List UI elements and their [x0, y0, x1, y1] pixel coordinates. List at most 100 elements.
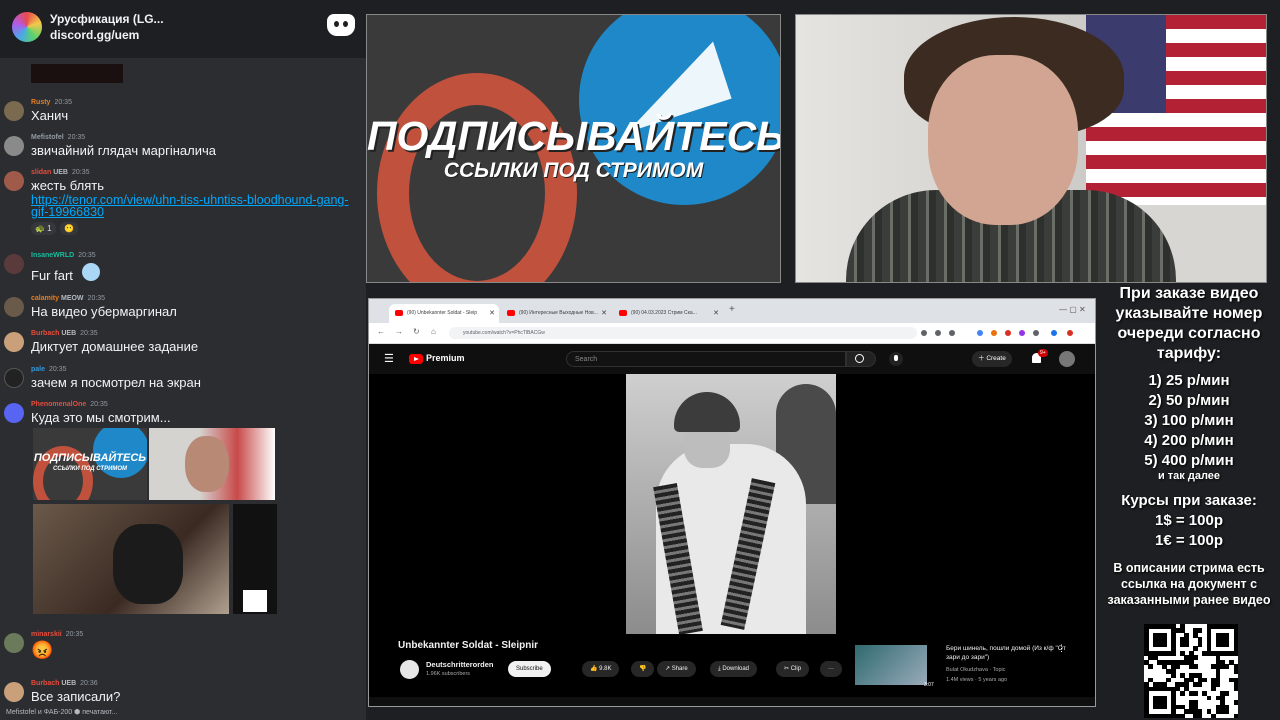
qr-module — [1184, 641, 1190, 647]
subscriber-count: 1.96K subscribers — [426, 671, 471, 677]
discord-logo-icon — [327, 14, 355, 36]
message-text: звичайний глядач маргіналича — [31, 143, 216, 158]
attachment-panel-preview — [233, 504, 277, 614]
username: calamity — [31, 295, 60, 302]
username: InsaneWRLD — [31, 252, 75, 259]
extension-icon[interactable] — [977, 330, 983, 336]
username: Rusty — [31, 99, 51, 106]
server-invite: discord.gg/uem — [50, 28, 140, 42]
extension-icon[interactable] — [921, 330, 927, 336]
window-controls[interactable]: — ▢ ✕ — [1059, 305, 1086, 314]
tariff-2: 2) 50 р/мин — [1148, 392, 1230, 409]
avatar — [4, 136, 24, 156]
recommended-duration: 3:07 — [924, 682, 934, 688]
qr-module — [1193, 664, 1198, 670]
youtube-logo-icon[interactable] — [409, 354, 423, 364]
qr-module — [1224, 664, 1230, 670]
youtube-header: ☰ Premium Search ＋ Create 9+ — [369, 344, 1095, 374]
subscribe-button[interactable]: Subscribe — [508, 661, 551, 677]
new-tab-button[interactable]: + — [729, 304, 735, 315]
timestamp: 20:35 — [65, 631, 84, 638]
download-button[interactable]: ⤓ Download — [710, 661, 758, 677]
extension-icon[interactable] — [1005, 330, 1011, 336]
thumbs-down-icon: 👎 — [639, 666, 647, 672]
search-input[interactable]: Search — [566, 351, 846, 367]
channel-avatar[interactable] — [400, 660, 419, 679]
youtube-favicon-icon — [507, 310, 515, 316]
tariff-4: 4) 200 р/мин — [1144, 432, 1234, 449]
forward-icon[interactable]: → — [395, 327, 403, 336]
qr-module — [1170, 650, 1176, 656]
microphone-icon[interactable] — [889, 352, 903, 366]
profile-icon[interactable] — [1067, 330, 1073, 336]
discord-chat-overlay: Урусфикация (LG... discord.gg/uem Rusty 2… — [0, 0, 366, 720]
avatar — [4, 403, 24, 423]
share-button[interactable]: ↗ Share — [657, 661, 696, 677]
timestamp: 20:35 — [80, 330, 98, 337]
home-icon[interactable]: ⌂ — [431, 327, 436, 336]
avatar — [4, 101, 24, 121]
message-attachment-image[interactable]: ПОДПИСЫВАЙТЕСЬ ССЫЛКИ ПОД СТРИМОМ — [33, 428, 277, 616]
timestamp: 20:35 — [90, 401, 108, 408]
streamer-face — [928, 55, 1078, 225]
account-avatar[interactable] — [1059, 351, 1075, 367]
banner-title: ПОДПИСЫВАЙТЕСЬ — [367, 113, 781, 159]
qr-module — [1215, 682, 1221, 687]
more-options-icon[interactable]: ⋮ — [1057, 643, 1066, 654]
more-actions-button[interactable]: ··· — [820, 661, 842, 677]
avatar — [4, 171, 24, 191]
search-icon — [855, 354, 864, 363]
zoom-icon[interactable] — [935, 330, 941, 336]
youtube-favicon-icon — [619, 310, 627, 316]
message-text: Все записали? — [31, 689, 121, 704]
scissors-icon: ✂ — [784, 666, 791, 672]
like-button[interactable]: 👍 9.8K — [582, 661, 620, 677]
profile-icon[interactable] — [1051, 330, 1057, 336]
qr-module — [1211, 686, 1216, 692]
qr-module — [1197, 713, 1203, 719]
channel-name[interactable]: Deutschritterorden — [426, 660, 494, 669]
reaction[interactable]: 😶 — [60, 222, 78, 235]
notification-badge: 9+ — [1038, 349, 1048, 357]
qr-module — [1233, 700, 1239, 705]
video-player[interactable] — [626, 374, 836, 634]
close-tab-icon[interactable]: ✕ — [601, 304, 607, 323]
clip-button[interactable]: ✂ Clip — [776, 661, 810, 677]
qr-module — [1161, 704, 1167, 710]
user-badge: UEB — [61, 330, 77, 337]
url-field[interactable]: youtube.com/watch?v=PhcTlBACGw — [449, 327, 917, 339]
close-tab-icon[interactable]: ✕ — [489, 304, 495, 323]
helmet — [674, 392, 740, 432]
message-link[interactable]: https://tenor.com/view/uhn-tiss-uhntiss-… — [31, 194, 361, 219]
back-icon[interactable]: ← — [377, 327, 385, 336]
recommended-title[interactable]: Бери шинель, пошли домой (Из к/ф "От зар… — [946, 644, 1066, 662]
recommended-stats: 1.4M views · 5 years ago — [946, 677, 1008, 683]
browser-tab-active[interactable]: (90) Unbekannter Soldat - Sleip ✕ — [389, 304, 499, 323]
qr-module — [1224, 641, 1230, 647]
extension-icon[interactable] — [1019, 330, 1025, 336]
star-icon[interactable] — [949, 330, 955, 336]
dislike-button[interactable]: 👎 — [631, 661, 655, 677]
create-button[interactable]: ＋ Create — [972, 351, 1012, 367]
reaction[interactable]: 🐢 1 — [31, 222, 56, 235]
qr-module — [1179, 713, 1185, 719]
message-text: Диктует домашнее задание — [31, 339, 199, 354]
menu-icon[interactable]: ☰ — [384, 352, 394, 365]
address-bar-row: ← → ↻ ⌂ youtube.com/watch?v=PhcTlBACGw — [369, 323, 1095, 344]
close-tab-icon[interactable]: ✕ — [713, 304, 719, 323]
tab-title: (90) 04.03.2023 Стрим Ска... — [631, 310, 697, 316]
extensions-puzzle-icon[interactable] — [1033, 330, 1039, 336]
browser-tab[interactable]: (90) Интересные Выходные Нов... ✕ — [501, 304, 611, 323]
qr-module — [1233, 686, 1239, 692]
recommended-thumbnail[interactable] — [855, 645, 927, 685]
reload-icon[interactable]: ↻ — [413, 327, 420, 336]
message-text: зачем я посмотрел на экран — [31, 375, 201, 390]
qr-module — [1166, 677, 1172, 683]
timestamp: 20:35 — [71, 169, 90, 176]
server-name: Урусфикация (LG... — [50, 12, 164, 26]
attachment-banner-subtitle: ССЫЛКИ ПОД СТРИМОМ — [52, 466, 128, 472]
browser-tab[interactable]: (90) 04.03.2023 Стрим Ска... ✕ — [613, 304, 723, 323]
extension-icon[interactable] — [991, 330, 997, 336]
youtube-premium-label[interactable]: Premium — [426, 353, 465, 363]
qr-module — [1211, 713, 1216, 719]
